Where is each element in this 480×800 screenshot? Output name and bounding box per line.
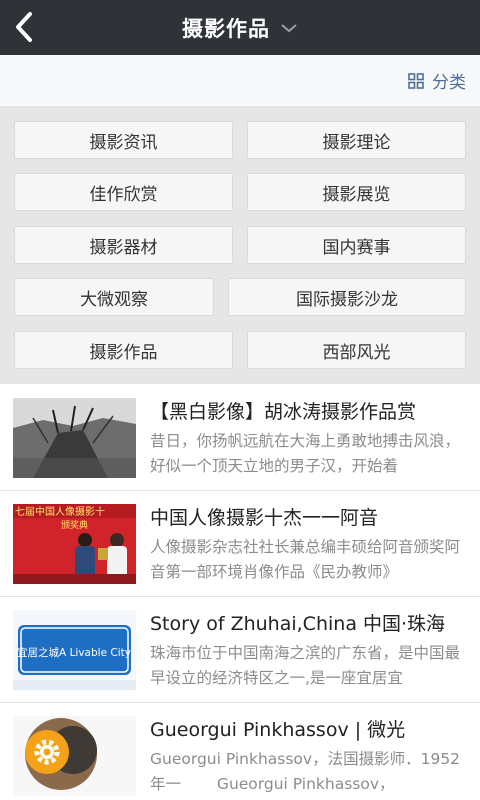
list-item[interactable]: 七届中国人像摄影十 颁奖典 中国人像摄影十杰一一阿音 人像摄影杂志社社长兼总编丰…: [0, 491, 480, 597]
category-item[interactable]: 西部风光: [247, 331, 466, 369]
thumb-sign-text: 宜居之城A Livable City: [17, 646, 131, 659]
title-dropdown[interactable]: 摄影作品: [0, 0, 480, 55]
chevron-down-icon: [281, 23, 297, 32]
thumb-banner-text: 七届中国人像摄影十: [15, 505, 105, 518]
category-toggle-button[interactable]: 分类: [408, 68, 466, 93]
category-item[interactable]: 摄影展览: [247, 173, 466, 211]
category-item[interactable]: 大微观察: [14, 278, 214, 316]
article-description: 珠海市位于中国南海之滨的广东省，是中国最早设立的经济特区之一,是一座宜居宜: [150, 644, 461, 687]
category-bar: 分类: [0, 55, 480, 107]
list-item[interactable]: 【黑白影像】胡冰涛摄影作品赏 昔日，你扬帆远航在大海上勇敢地搏击风浪，好似一个顶…: [0, 385, 480, 491]
category-item[interactable]: 摄影理论: [247, 121, 466, 159]
thumb-banner-subtext: 颁奖典: [61, 519, 88, 531]
top-bar: 摄影作品: [0, 0, 480, 55]
article-description: Gueorgui Pinkhassov，法国摄影师．1952年一 Gueorgu…: [150, 750, 461, 793]
thumbnail: 七届中国人像摄影十 颁奖典: [13, 504, 136, 584]
article-title: 中国人像摄影十杰一一阿音: [150, 507, 379, 529]
category-item[interactable]: 佳作欣赏: [14, 173, 233, 211]
article-description: 人像摄影杂志社社长兼总编丰硕给阿音颁奖阿音第一部环境肖像作品《民办教师》: [150, 538, 461, 581]
category-item[interactable]: 摄影资讯: [14, 121, 233, 159]
page-title: 摄影作品: [182, 16, 270, 41]
category-toggle-label: 分类: [432, 73, 466, 93]
article-title: Gueorgui Pinkhassov | 微光: [150, 719, 406, 741]
thumbnail: [13, 716, 136, 796]
list-item[interactable]: Gueorgui Pinkhassov | 微光 Gueorgui Pinkha…: [0, 703, 480, 800]
category-item[interactable]: 摄影器材: [14, 226, 233, 264]
list-item[interactable]: 宜居之城A Livable City Story of Zhuhai,China…: [0, 597, 480, 703]
category-item[interactable]: 国内赛事: [247, 226, 466, 264]
thumbnail: [13, 398, 136, 478]
article-description: 昔日，你扬帆远航在大海上勇敢地搏击风浪，好似一个顶天立地的男子汉，开始着: [150, 432, 461, 475]
article-title: 【黑白影像】胡冰涛摄影作品赏: [150, 401, 417, 423]
category-item[interactable]: 国际摄影沙龙: [228, 278, 466, 316]
thumbnail: 宜居之城A Livable City: [13, 610, 136, 690]
article-title: Story of Zhuhai,China 中国·珠海: [150, 613, 446, 635]
category-item[interactable]: 摄影作品: [14, 331, 233, 369]
category-panel: 摄影资讯 摄影理论 佳作欣赏 摄影展览 摄影器材 国内赛事 大微观察 国际摄影沙…: [0, 107, 480, 384]
grid-icon: [408, 72, 424, 89]
